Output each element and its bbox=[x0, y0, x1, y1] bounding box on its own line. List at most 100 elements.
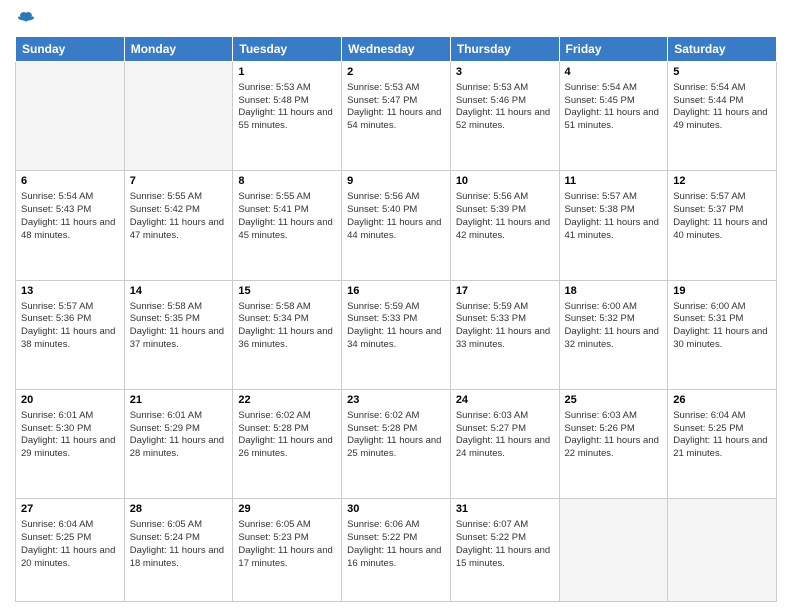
empty-day bbox=[559, 499, 668, 602]
day-number: 6 bbox=[21, 174, 119, 189]
day-info: Sunrise: 5:53 AM Sunset: 5:47 PM Dayligh… bbox=[347, 82, 445, 133]
day-header-tuesday: Tuesday bbox=[233, 37, 342, 62]
day-number: 12 bbox=[673, 174, 771, 189]
empty-day bbox=[124, 62, 233, 171]
day-cell-31: 31Sunrise: 6:07 AM Sunset: 5:22 PM Dayli… bbox=[450, 499, 559, 602]
header bbox=[15, 10, 777, 28]
day-info: Sunrise: 6:04 AM Sunset: 5:25 PM Dayligh… bbox=[21, 519, 119, 570]
day-info: Sunrise: 5:57 AM Sunset: 5:37 PM Dayligh… bbox=[673, 191, 771, 242]
day-cell-6: 6 Sunrise: 5:54 AM Sunset: 5:43 PM Daylig… bbox=[16, 171, 125, 280]
day-info: Sunrise: 5:56 AM Sunset: 5:39 PM Dayligh… bbox=[456, 191, 554, 242]
day-number: 16 bbox=[347, 284, 445, 299]
day-number: 15 bbox=[238, 284, 336, 299]
day-header-friday: Friday bbox=[559, 37, 668, 62]
day-header-thursday: Thursday bbox=[450, 37, 559, 62]
day-info: Sunrise: 6:02 AM Sunset: 5:28 PM Dayligh… bbox=[238, 410, 336, 461]
day-cell-21: 21 Sunrise: 6:01 AM Sunset: 5:29 PM Dayli… bbox=[124, 389, 233, 498]
day-info: Sunrise: 6:03 AM Sunset: 5:27 PM Dayligh… bbox=[456, 410, 554, 461]
day-cell-26: 26 Sunrise: 6:04 AM Sunset: 5:25 PM Dayli… bbox=[668, 389, 777, 498]
day-number: 2 bbox=[347, 65, 445, 80]
day-cell-12: 12 Sunrise: 5:57 AM Sunset: 5:37 PM Dayli… bbox=[668, 171, 777, 280]
week-row-2: 6 Sunrise: 5:54 AM Sunset: 5:43 PM Daylig… bbox=[16, 171, 777, 280]
day-cell-19: 19 Sunrise: 6:00 AM Sunset: 5:31 PM Dayli… bbox=[668, 280, 777, 389]
week-row-1: 1Sunrise: 5:53 AM Sunset: 5:48 PM Daylig… bbox=[16, 62, 777, 171]
day-info: Sunrise: 5:58 AM Sunset: 5:34 PM Dayligh… bbox=[238, 301, 336, 352]
day-number: 5 bbox=[673, 65, 771, 80]
day-cell-20: 20 Sunrise: 6:01 AM Sunset: 5:30 PM Dayli… bbox=[16, 389, 125, 498]
day-cell-8: 8Sunrise: 5:55 AM Sunset: 5:41 PM Daylig… bbox=[233, 171, 342, 280]
day-info: Sunrise: 6:02 AM Sunset: 5:28 PM Dayligh… bbox=[347, 410, 445, 461]
day-number: 18 bbox=[565, 284, 663, 299]
day-header-saturday: Saturday bbox=[668, 37, 777, 62]
day-cell-17: 17Sunrise: 5:59 AM Sunset: 5:33 PM Dayli… bbox=[450, 280, 559, 389]
day-info: Sunrise: 6:01 AM Sunset: 5:30 PM Dayligh… bbox=[21, 410, 119, 461]
day-info: Sunrise: 5:53 AM Sunset: 5:46 PM Dayligh… bbox=[456, 82, 554, 133]
day-info: Sunrise: 5:58 AM Sunset: 5:35 PM Dayligh… bbox=[130, 301, 228, 352]
day-header-wednesday: Wednesday bbox=[342, 37, 451, 62]
day-number: 11 bbox=[565, 174, 663, 189]
day-number: 27 bbox=[21, 502, 119, 517]
day-number: 20 bbox=[21, 393, 119, 408]
day-info: Sunrise: 5:59 AM Sunset: 5:33 PM Dayligh… bbox=[347, 301, 445, 352]
day-cell-22: 22 Sunrise: 6:02 AM Sunset: 5:28 PM Dayli… bbox=[233, 389, 342, 498]
day-number: 7 bbox=[130, 174, 228, 189]
day-info: Sunrise: 5:57 AM Sunset: 5:36 PM Dayligh… bbox=[21, 301, 119, 352]
day-number: 14 bbox=[130, 284, 228, 299]
day-number: 10 bbox=[456, 174, 554, 189]
day-cell-18: 18 Sunrise: 6:00 AM Sunset: 5:32 PM Dayli… bbox=[559, 280, 668, 389]
day-cell-29: 29Sunrise: 6:05 AM Sunset: 5:23 PM Dayli… bbox=[233, 499, 342, 602]
day-cell-1: 1Sunrise: 5:53 AM Sunset: 5:48 PM Daylig… bbox=[233, 62, 342, 171]
day-number: 22 bbox=[238, 393, 336, 408]
day-info: Sunrise: 5:55 AM Sunset: 5:42 PM Dayligh… bbox=[130, 191, 228, 242]
day-info: Sunrise: 5:54 AM Sunset: 5:45 PM Dayligh… bbox=[565, 82, 663, 133]
day-info: Sunrise: 6:01 AM Sunset: 5:29 PM Dayligh… bbox=[130, 410, 228, 461]
day-number: 3 bbox=[456, 65, 554, 80]
day-number: 9 bbox=[347, 174, 445, 189]
day-info: Sunrise: 6:03 AM Sunset: 5:26 PM Dayligh… bbox=[565, 410, 663, 461]
logo bbox=[15, 10, 35, 28]
day-number: 25 bbox=[565, 393, 663, 408]
week-row-4: 20 Sunrise: 6:01 AM Sunset: 5:30 PM Dayli… bbox=[16, 389, 777, 498]
day-info: Sunrise: 5:54 AM Sunset: 5:43 PM Dayligh… bbox=[21, 191, 119, 242]
day-info: Sunrise: 5:55 AM Sunset: 5:41 PM Dayligh… bbox=[238, 191, 336, 242]
day-cell-27: 27 Sunrise: 6:04 AM Sunset: 5:25 PM Dayli… bbox=[16, 499, 125, 602]
day-number: 26 bbox=[673, 393, 771, 408]
day-info: Sunrise: 5:56 AM Sunset: 5:40 PM Dayligh… bbox=[347, 191, 445, 242]
day-info: Sunrise: 6:06 AM Sunset: 5:22 PM Dayligh… bbox=[347, 519, 445, 570]
day-number: 30 bbox=[347, 502, 445, 517]
page: SundayMondayTuesdayWednesdayThursdayFrid… bbox=[0, 0, 792, 612]
day-cell-2: 2 Sunrise: 5:53 AM Sunset: 5:47 PM Daylig… bbox=[342, 62, 451, 171]
logo-bird-icon bbox=[17, 10, 35, 28]
day-cell-10: 10 Sunrise: 5:56 AM Sunset: 5:39 PM Dayli… bbox=[450, 171, 559, 280]
day-cell-11: 11 Sunrise: 5:57 AM Sunset: 5:38 PM Dayli… bbox=[559, 171, 668, 280]
day-info: Sunrise: 6:05 AM Sunset: 5:23 PM Dayligh… bbox=[238, 519, 336, 570]
day-number: 1 bbox=[238, 65, 336, 80]
day-info: Sunrise: 6:00 AM Sunset: 5:31 PM Dayligh… bbox=[673, 301, 771, 352]
day-number: 21 bbox=[130, 393, 228, 408]
day-number: 4 bbox=[565, 65, 663, 80]
day-cell-4: 4 Sunrise: 5:54 AM Sunset: 5:45 PM Daylig… bbox=[559, 62, 668, 171]
day-cell-15: 15 Sunrise: 5:58 AM Sunset: 5:34 PM Dayli… bbox=[233, 280, 342, 389]
day-cell-5: 5 Sunrise: 5:54 AM Sunset: 5:44 PM Daylig… bbox=[668, 62, 777, 171]
day-info: Sunrise: 6:04 AM Sunset: 5:25 PM Dayligh… bbox=[673, 410, 771, 461]
week-row-3: 13 Sunrise: 5:57 AM Sunset: 5:36 PM Dayli… bbox=[16, 280, 777, 389]
day-cell-25: 25 Sunrise: 6:03 AM Sunset: 5:26 PM Dayli… bbox=[559, 389, 668, 498]
day-info: Sunrise: 5:54 AM Sunset: 5:44 PM Dayligh… bbox=[673, 82, 771, 133]
day-number: 19 bbox=[673, 284, 771, 299]
week-row-5: 27 Sunrise: 6:04 AM Sunset: 5:25 PM Dayli… bbox=[16, 499, 777, 602]
day-cell-24: 24 Sunrise: 6:03 AM Sunset: 5:27 PM Dayli… bbox=[450, 389, 559, 498]
calendar-header-row: SundayMondayTuesdayWednesdayThursdayFrid… bbox=[16, 37, 777, 62]
day-number: 31 bbox=[456, 502, 554, 517]
day-info: Sunrise: 6:00 AM Sunset: 5:32 PM Dayligh… bbox=[565, 301, 663, 352]
day-info: Sunrise: 5:57 AM Sunset: 5:38 PM Dayligh… bbox=[565, 191, 663, 242]
day-cell-3: 3 Sunrise: 5:53 AM Sunset: 5:46 PM Daylig… bbox=[450, 62, 559, 171]
day-info: Sunrise: 6:05 AM Sunset: 5:24 PM Dayligh… bbox=[130, 519, 228, 570]
day-cell-28: 28Sunrise: 6:05 AM Sunset: 5:24 PM Dayli… bbox=[124, 499, 233, 602]
day-cell-9: 9 Sunrise: 5:56 AM Sunset: 5:40 PM Daylig… bbox=[342, 171, 451, 280]
day-number: 13 bbox=[21, 284, 119, 299]
day-number: 24 bbox=[456, 393, 554, 408]
day-cell-16: 16 Sunrise: 5:59 AM Sunset: 5:33 PM Dayli… bbox=[342, 280, 451, 389]
day-cell-23: 23Sunrise: 6:02 AM Sunset: 5:28 PM Dayli… bbox=[342, 389, 451, 498]
day-cell-13: 13 Sunrise: 5:57 AM Sunset: 5:36 PM Dayli… bbox=[16, 280, 125, 389]
day-info: Sunrise: 5:59 AM Sunset: 5:33 PM Dayligh… bbox=[456, 301, 554, 352]
